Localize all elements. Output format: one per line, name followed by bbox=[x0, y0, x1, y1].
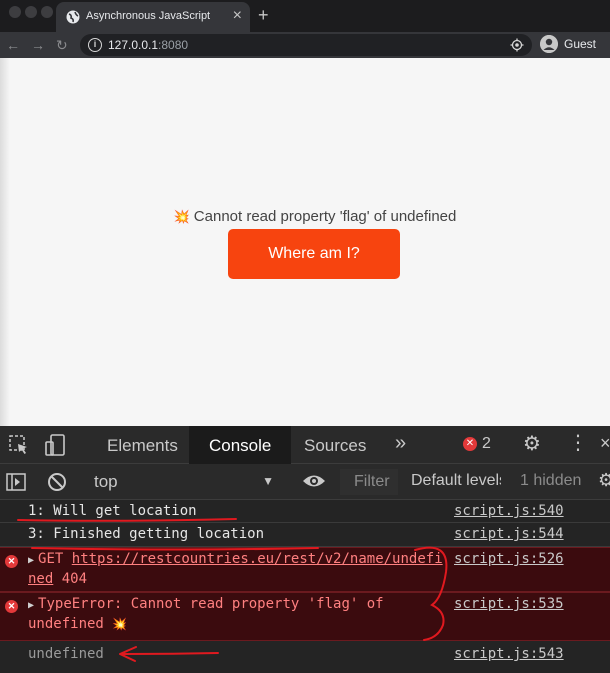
new-tab-button[interactable]: + bbox=[258, 4, 269, 26]
console-settings-icon[interactable]: ⚙ bbox=[598, 470, 610, 491]
request-url-link[interactable]: https://restcountries.eu/rest/v2/name/un… bbox=[28, 551, 443, 587]
console-error[interactable]: ✕ ▶ GET https://restcountries.eu/rest/v2/… bbox=[0, 547, 610, 592]
console-message: 3: Finished getting location script.js:5… bbox=[0, 523, 610, 547]
browser-tab[interactable]: Asynchronous JavaScript × bbox=[56, 2, 250, 32]
log-levels-dropdown[interactable]: Default levels bbox=[411, 472, 501, 490]
more-tabs-icon[interactable]: » bbox=[395, 432, 406, 455]
close-window-dot[interactable] bbox=[9, 6, 21, 18]
back-arrow-icon[interactable]: ← bbox=[6, 36, 20, 54]
source-link[interactable]: script.js:540 bbox=[454, 502, 564, 521]
error-icon: ✕ bbox=[5, 600, 18, 613]
error-icon: ✕ bbox=[5, 555, 18, 568]
collision-icon: 💥 bbox=[173, 209, 190, 224]
console-message-text: 1: Will get location bbox=[28, 503, 197, 519]
reload-icon[interactable]: ↻ bbox=[56, 36, 68, 54]
tab-close-icon[interactable]: × bbox=[233, 7, 242, 25]
console-message-text: 3: Finished getting location bbox=[28, 526, 265, 542]
minimize-window-dot[interactable] bbox=[25, 6, 37, 18]
console-error-text: ▶ TypeError: Cannot read property 'flag' … bbox=[28, 596, 384, 632]
close-devtools-icon[interactable]: × bbox=[600, 433, 610, 454]
console-filter-input[interactable] bbox=[340, 469, 398, 495]
location-target-icon[interactable] bbox=[510, 38, 524, 52]
where-am-i-button[interactable]: Where am I? bbox=[228, 229, 400, 279]
console-message-text: undefined bbox=[28, 646, 104, 662]
forward-arrow-icon[interactable]: → bbox=[31, 36, 45, 54]
devtools-tab-bar: Elements Console Sources » ✕ 2 ⚙ ⋮ × bbox=[0, 426, 610, 464]
error-count[interactable]: 2 bbox=[482, 435, 491, 453]
browser-tab-strip: Asynchronous JavaScript × + bbox=[0, 0, 610, 32]
context-selector[interactable]: top ▼ bbox=[84, 469, 280, 495]
page-viewport: 💥 Cannot read property 'flag' of undefine… bbox=[0, 58, 610, 426]
chevron-down-icon: ▼ bbox=[262, 474, 274, 488]
guest-avatar-icon[interactable] bbox=[540, 35, 558, 53]
context-label: top bbox=[94, 472, 118, 491]
inspect-element-icon[interactable] bbox=[8, 434, 30, 456]
console-filter-bar: top ▼ Default levels 1 hidden ⚙ bbox=[0, 464, 610, 500]
tab-title: Asynchronous JavaScript bbox=[86, 10, 211, 22]
status-code: 404 bbox=[61, 571, 88, 587]
globe-icon bbox=[66, 10, 80, 24]
zoom-window-dot[interactable] bbox=[41, 6, 53, 18]
console-error[interactable]: ✕ ▶ TypeError: Cannot read property 'flag… bbox=[0, 592, 610, 641]
browser-toolbar: ← → ↻ i 127.0.0.1:8080 bbox=[0, 32, 610, 58]
address-bar[interactable]: i 127.0.0.1:8080 bbox=[80, 34, 532, 56]
devtools-panel: Elements Console Sources » ✕ 2 ⚙ ⋮ × top… bbox=[0, 426, 610, 673]
console-error-text: ▶ GET https://restcountries.eu/rest/v2/na… bbox=[28, 551, 443, 587]
console-message: 1: Will get location script.js:540 bbox=[0, 500, 610, 523]
site-info-icon[interactable]: i bbox=[88, 38, 102, 52]
collision-icon: 💥 bbox=[112, 617, 128, 631]
tab-elements[interactable]: Elements bbox=[107, 436, 178, 456]
source-link[interactable]: script.js:535 bbox=[454, 595, 564, 614]
console-message: undefined script.js:543 bbox=[0, 641, 610, 667]
error-count-icon[interactable]: ✕ bbox=[463, 437, 477, 451]
url-text[interactable]: 127.0.0.1:8080 bbox=[108, 38, 188, 52]
hidden-messages-count: 1 hidden bbox=[520, 472, 582, 489]
kebab-menu-icon[interactable]: ⋮ bbox=[568, 433, 588, 453]
console-output: 1: Will get location script.js:540 3: Fi… bbox=[0, 500, 610, 673]
error-message: 💥 Cannot read property 'flag' of undefine… bbox=[0, 208, 610, 225]
profile-label[interactable]: Guest bbox=[564, 37, 596, 51]
sidebar-toggle-icon[interactable] bbox=[6, 473, 26, 491]
source-link[interactable]: script.js:526 bbox=[454, 550, 564, 569]
error-message-text: Cannot read property 'flag' of undefined bbox=[193, 208, 457, 225]
expand-triangle-icon[interactable]: ▶ bbox=[28, 555, 34, 566]
source-link[interactable]: script.js:543 bbox=[454, 645, 564, 664]
eye-icon[interactable] bbox=[302, 472, 326, 490]
device-toolbar-icon[interactable] bbox=[44, 433, 66, 457]
gear-icon[interactable]: ⚙ bbox=[523, 434, 541, 454]
tab-sources[interactable]: Sources bbox=[304, 436, 366, 456]
expand-triangle-icon[interactable]: ▶ bbox=[28, 600, 34, 611]
source-link[interactable]: script.js:544 bbox=[454, 525, 564, 544]
clear-console-icon[interactable] bbox=[47, 472, 67, 492]
tab-console[interactable]: Console bbox=[189, 426, 292, 464]
